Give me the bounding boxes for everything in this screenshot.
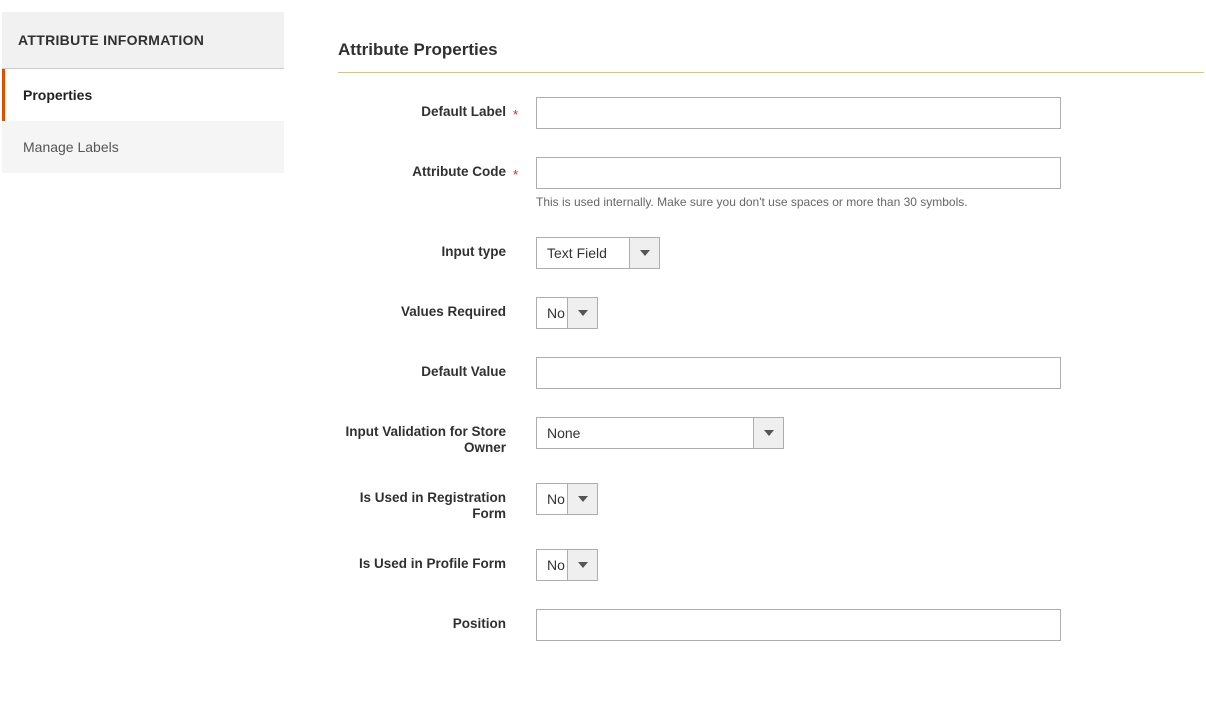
field-position: Position [338, 609, 1204, 641]
values-required-select[interactable]: No [536, 297, 598, 329]
label-values-required: Values Required [401, 304, 506, 319]
chevron-down-icon [578, 562, 588, 568]
label-used-profile: Is Used in Profile Form [359, 556, 506, 571]
field-default-label: Default Label * [338, 97, 1204, 129]
input-type-select[interactable]: Text Field [536, 237, 660, 269]
dropdown-toggle[interactable] [567, 298, 597, 328]
field-input-validation: Input Validation for Store Owner None [338, 417, 1204, 455]
label-input-type: Input type [442, 244, 507, 259]
sidebar: ATTRIBUTE INFORMATION Properties Manage … [2, 12, 284, 669]
used-registration-value: No [537, 484, 567, 514]
chevron-down-icon [764, 430, 774, 436]
label-input-validation: Input Validation for Store Owner [345, 424, 506, 455]
field-default-value: Default Value [338, 357, 1204, 389]
required-mark-icon: * [513, 167, 518, 182]
sidebar-header: ATTRIBUTE INFORMATION [2, 12, 284, 69]
attribute-code-hint: This is used internally. Make sure you d… [536, 195, 1196, 209]
attribute-code-input[interactable] [536, 157, 1061, 189]
field-attribute-code: Attribute Code * This is used internally… [338, 157, 1204, 209]
chevron-down-icon [578, 310, 588, 316]
dropdown-toggle[interactable] [629, 238, 659, 268]
default-value-input[interactable] [536, 357, 1061, 389]
required-mark-icon: * [513, 107, 518, 122]
field-used-registration: Is Used in Registration Form No [338, 483, 1204, 521]
sidebar-item-properties[interactable]: Properties [2, 69, 284, 121]
label-default-label: Default Label [421, 104, 506, 119]
default-label-input[interactable] [536, 97, 1061, 129]
label-used-registration: Is Used in Registration Form [360, 490, 506, 521]
input-type-value: Text Field [537, 238, 629, 268]
values-required-value: No [537, 298, 567, 328]
field-used-profile: Is Used in Profile Form No [338, 549, 1204, 581]
dropdown-toggle[interactable] [567, 550, 597, 580]
input-validation-value: None [537, 418, 753, 448]
field-input-type: Input type Text Field [338, 237, 1204, 269]
used-profile-select[interactable]: No [536, 549, 598, 581]
dropdown-toggle[interactable] [567, 484, 597, 514]
label-attribute-code: Attribute Code [412, 164, 506, 179]
main-content: Attribute Properties Default Label * Att… [284, 12, 1204, 669]
sidebar-item-label: Properties [23, 87, 92, 103]
chevron-down-icon [578, 496, 588, 502]
dropdown-toggle[interactable] [753, 418, 783, 448]
sidebar-item-label: Manage Labels [23, 139, 119, 155]
chevron-down-icon [640, 250, 650, 256]
position-input[interactable] [536, 609, 1061, 641]
section-title: Attribute Properties [338, 12, 1204, 73]
sidebar-item-manage-labels[interactable]: Manage Labels [2, 121, 284, 173]
label-position: Position [453, 616, 506, 631]
label-default-value: Default Value [421, 364, 506, 379]
field-values-required: Values Required No [338, 297, 1204, 329]
used-profile-value: No [537, 550, 567, 580]
used-registration-select[interactable]: No [536, 483, 598, 515]
input-validation-select[interactable]: None [536, 417, 784, 449]
